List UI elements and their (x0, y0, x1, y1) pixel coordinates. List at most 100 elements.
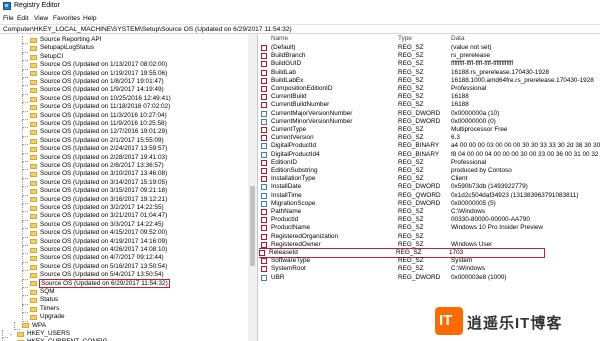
value-name: CurrentMajorVersionNumber (271, 109, 353, 117)
value-row[interactable]: RegisteredOwner REG_SZ Windows User (259, 241, 600, 249)
tree-item[interactable]: Source OS (Updated on 4/26/2017 14:08:10… (22, 246, 167, 255)
value-row[interactable]: PathName REG_SZ C:\Windows (259, 208, 600, 216)
tree-item[interactable]: Source OS (Updated on 3/3/2017 14:22:45) (22, 220, 164, 230)
tree-item[interactable]: Source OS (Updated on 2/1/2017 15:55:09) (22, 136, 164, 146)
value-row[interactable]: InstallTime REG_QWORD 0x1d2c504daf34923 (1… (259, 192, 600, 200)
tree-item-label: Status (40, 296, 59, 304)
tree-item[interactable]: Source OS (Updated on 11/18/2016 07:02:0… (22, 103, 170, 112)
tree-item[interactable]: Source OS (Updated on 4/15/2017 09:52:00… (22, 229, 168, 238)
value-data: C:\Windows (451, 208, 486, 215)
menu-file[interactable]: File (3, 15, 14, 22)
tree-item[interactable]: Source OS (Updated on 3/14/2017 15:19:05… (22, 178, 167, 188)
tree-item[interactable]: Source OS (Updated on 5/16/2017 13:50:54… (22, 262, 167, 272)
tree-item[interactable]: SQM (22, 288, 55, 297)
address-bar[interactable]: Computer\HKEY_LOCAL_MACHINE\SYSTEM\Setup… (0, 24, 600, 34)
tree-item[interactable]: SetupCI (22, 52, 64, 62)
tree-item[interactable]: Source OS (Updated on 4/19/2017 14:16:09… (22, 237, 167, 246)
tree-item-selected[interactable]: Source OS (Updated on 6/29/2017 11:54:32… (22, 278, 170, 288)
folder-icon (30, 46, 37, 52)
tree-item[interactable]: Source OS (Updated on 1/19/2017 19:55:06… (22, 69, 167, 78)
tree-item[interactable]: Source OS (Updated on 2/24/2017 13:59:57… (22, 145, 167, 154)
tree-item[interactable]: Source OS (Updated on 12/7/2016 19:01:29… (22, 128, 167, 137)
tree-item[interactable]: Source OS (Updated on 10/25/2016 12:49:4… (22, 94, 171, 104)
tree-item-label: Source OS (Updated on 4/15/2017 09:52:00… (40, 229, 168, 237)
tree-connector (22, 120, 28, 129)
value-row[interactable]: UBR REG_DWORD 0x000003e8 (1000) (259, 274, 600, 282)
tree-item[interactable]: Upgrade (22, 313, 65, 322)
value-row[interactable]: CurrentType REG_SZ Multiprocessor Free (259, 126, 600, 134)
value-row[interactable]: BuildLab REG_SZ 16188.rs_prerelease.170430… (259, 69, 600, 77)
tree-item[interactable]: Source OS (Updated on 11/9/2016 10:25:58… (22, 120, 167, 129)
value-row[interactable]: RegisteredOrganization REG_SZ (259, 233, 600, 241)
tree-item[interactable]: Timers (22, 304, 59, 314)
value-row[interactable]: ProductName REG_SZ Windows 10 Pro Insider … (259, 224, 600, 232)
tree-item-label: HKEY_USERS (27, 330, 70, 337)
value-row[interactable]: ProductId REG_SZ 00330-80000-00000-AA790 (259, 216, 600, 224)
tree-item[interactable]: Source OS (Updated on 1/8/2017 19:01:47) (22, 78, 164, 87)
value-row[interactable]: MigrationScope REG_DWORD 0x00000005 (5) (259, 200, 600, 208)
value-row[interactable]: BuildGUID REG_SZ ffffffff-ffff-ffff-ffff-f… (259, 60, 600, 68)
value-row[interactable]: BuildLabEx REG_SZ 16188.1000.amd64fre.rs_p… (259, 77, 600, 85)
value-row[interactable]: DigitalProductId REG_BINARY a4 00 00 00 03… (259, 142, 600, 150)
tree-scrollbar[interactable] (248, 34, 257, 341)
value-name: MigrationScope (271, 199, 316, 207)
tree-scrollbar-thumb[interactable] (250, 186, 255, 266)
string-value-icon (261, 102, 267, 109)
tree-item[interactable]: Source OS (Updated on 2/8/2017 13:36:57) (22, 162, 164, 171)
menu-view[interactable]: View (34, 15, 48, 22)
address-path[interactable]: Computer\HKEY_LOCAL_MACHINE\SYSTEM\Setup… (3, 26, 292, 33)
folder-icon (30, 289, 37, 295)
value-type: REG_SZ (398, 232, 424, 240)
value-row[interactable]: CurrentMajorVersionNumber REG_DWORD 0x0000… (259, 110, 600, 118)
value-data: a4 00 00 00 03 00 00 00 30 30 33 33 30 2… (451, 142, 600, 150)
tree-item[interactable]: Status (22, 296, 59, 305)
value-type: REG_SZ (398, 68, 424, 76)
tree-item[interactable]: Source OS (Updated on 3/2/2017 14:22:55) (22, 204, 164, 213)
column-data[interactable]: Data (451, 34, 465, 44)
value-row[interactable]: BuildBranch REG_SZ rs_prerelease (259, 52, 600, 60)
tree-connector (22, 212, 28, 221)
value-row[interactable]: CurrentBuildNumber REG_SZ 16188 (259, 101, 600, 109)
tree-item[interactable]: Source OS (Updated on 3/16/2017 19:12:21… (22, 195, 167, 204)
menu-favorites[interactable]: Favorites (53, 15, 80, 22)
value-row[interactable]: EditionID REG_SZ Professional (259, 159, 600, 167)
tree-item[interactable]: Source OS (Updated on 4/7/2017 09:12:44) (22, 254, 164, 263)
tree-item[interactable]: Source OS (Updated on 1/13/2017 08:02:00… (22, 61, 167, 70)
tree-item[interactable]: Source OS (Updated on 3/10/2017 13:46:08… (22, 170, 167, 179)
tree-item[interactable]: Source OS (Updated on 5/4/2017 13:50:54) (22, 271, 164, 280)
column-name[interactable]: Name (271, 34, 288, 44)
value-row[interactable]: (Default) REG_SZ (value not set) (259, 44, 600, 52)
value-data: 0x00000005 (5) (451, 199, 496, 207)
value-name: CurrentType (271, 126, 307, 133)
tree-item[interactable]: Source OS (Updated on 3/21/2017 01:04:47… (22, 212, 167, 221)
tree-item[interactable]: Source OS (Updated on 1/9/2017 14:19:49) (22, 86, 164, 95)
folder-icon (30, 256, 37, 262)
value-row[interactable]: DigitalProductId4 REG_BINARY f8 04 00 00 0… (259, 151, 600, 159)
tree-item[interactable]: Source OS (Updated on 11/3/2016 10:27:04… (22, 111, 167, 120)
tree-item-label: SetupCI (40, 52, 64, 60)
tree-connector (2, 330, 8, 339)
tree-item[interactable]: SetupapiLogStatus (22, 44, 94, 53)
value-row[interactable]: SoftwareType REG_SZ System (259, 257, 600, 265)
value-type: REG_BINARY (398, 150, 440, 158)
tree-item[interactable]: › HKEY_USERS (2, 330, 70, 339)
menu-help[interactable]: Help (83, 15, 97, 22)
value-row[interactable]: CompositionEditionID REG_SZ Professional (259, 85, 600, 93)
tree-item[interactable]: Source OS (Updated on 3/15/2017 09:21:18… (22, 187, 167, 196)
value-row[interactable]: CurrentBuild REG_SZ 16188 (259, 93, 600, 101)
value-row[interactable]: CurrentMinorVersionNumber REG_DWORD 0x0000… (259, 118, 600, 126)
tree-item[interactable]: WPA (14, 321, 46, 330)
value-row[interactable]: CurrentVersion REG_SZ 6.3 (259, 134, 600, 142)
value-row[interactable]: SystemRoot REG_SZ C:\Windows (259, 265, 600, 273)
value-row[interactable]: InstallDate REG_DWORD 0x590b73db (14939227… (259, 183, 600, 191)
value-type: REG_SZ (398, 240, 424, 248)
column-type[interactable]: Type (398, 34, 412, 44)
binary-value-icon (261, 274, 267, 281)
value-row-highlighted[interactable]: ReleaseId REG_SZ 1703 (259, 247, 545, 259)
tree-item[interactable]: Source OS (Updated on 2/28/2017 19:41:03… (22, 153, 167, 162)
tree-item[interactable]: Source Reporting API (22, 36, 101, 45)
value-row[interactable]: EditionSubstring REG_SZ produced by Contos… (259, 167, 600, 175)
value-row[interactable]: InstallationType REG_SZ Client (259, 175, 600, 183)
menu-edit[interactable]: Edit (17, 15, 28, 22)
value-name: CurrentMinorVersionNumber (271, 117, 353, 125)
